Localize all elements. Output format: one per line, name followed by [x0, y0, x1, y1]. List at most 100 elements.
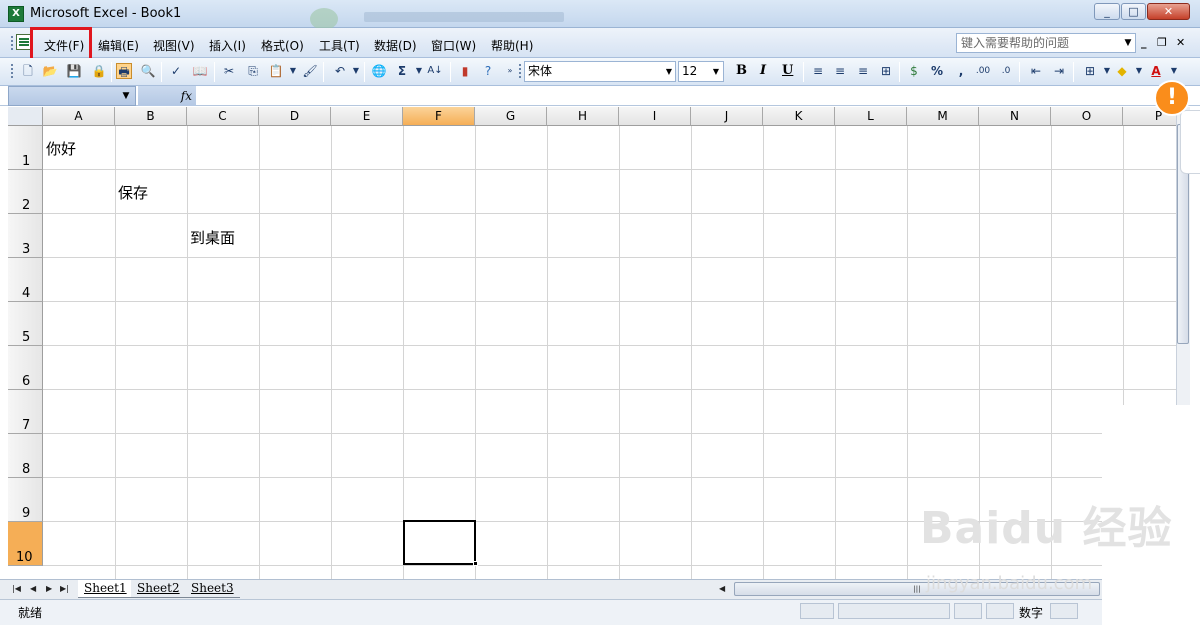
align-right-icon[interactable]: ≡: [855, 63, 871, 79]
excel-app-icon[interactable]: X: [8, 6, 24, 22]
menu-insert[interactable]: 插入(I): [209, 37, 246, 54]
next-sheet-icon[interactable]: ▶: [46, 584, 52, 593]
row-header-10[interactable]: 10: [8, 522, 43, 566]
menu-help[interactable]: 帮助(H): [491, 37, 533, 54]
menu-edit[interactable]: 编辑(E): [98, 37, 139, 54]
paste-icon[interactable]: 📋: [268, 63, 284, 79]
column-header-b[interactable]: B: [115, 107, 187, 126]
percent-button[interactable]: %: [929, 63, 945, 79]
column-header-e[interactable]: E: [331, 107, 403, 126]
cell-c3[interactable]: 到桌面: [190, 227, 235, 248]
bold-button[interactable]: B: [736, 63, 747, 78]
row-header-5[interactable]: 5: [8, 302, 43, 346]
sheet-tab-sheet1[interactable]: Sheet1: [78, 580, 133, 598]
row-header-3[interactable]: 3: [8, 214, 43, 258]
align-left-icon[interactable]: ≡: [810, 63, 826, 79]
cut-icon[interactable]: ✂: [221, 63, 237, 79]
copy-icon[interactable]: ⎘: [245, 63, 261, 79]
menu-window[interactable]: 窗口(W): [431, 37, 476, 54]
spelling-icon[interactable]: ✓: [168, 63, 184, 79]
formula-input[interactable]: [200, 86, 1190, 106]
font-name-dropdown-icon[interactable]: ▼: [663, 61, 675, 82]
undo-icon[interactable]: ↶: [332, 63, 348, 79]
align-center-icon[interactable]: ≡: [832, 63, 848, 79]
cell-a1[interactable]: 你好: [46, 138, 76, 159]
column-header-g[interactable]: G: [475, 107, 547, 126]
row-header-1[interactable]: 1: [8, 126, 43, 170]
research-icon[interactable]: 📖: [192, 63, 208, 79]
borders-icon[interactable]: ⊞: [1082, 63, 1098, 79]
borders-dropdown-icon[interactable]: ▼: [1099, 63, 1115, 79]
menu-view[interactable]: 视图(V): [153, 37, 195, 54]
column-header-n[interactable]: N: [979, 107, 1051, 126]
insert-function-button[interactable]: fx: [138, 86, 196, 106]
row-header-8[interactable]: 8: [8, 434, 43, 478]
autosum-icon[interactable]: Σ: [394, 63, 410, 79]
column-header-a[interactable]: A: [43, 107, 115, 126]
fill-handle[interactable]: [473, 561, 478, 566]
help-icon[interactable]: ?: [480, 63, 496, 79]
previous-sheet-icon[interactable]: ◀: [30, 584, 36, 593]
font-size-dropdown-icon[interactable]: ▼: [710, 61, 722, 82]
column-header-h[interactable]: H: [547, 107, 619, 126]
toolbar-options-icon[interactable]: »: [502, 63, 518, 79]
help-question-input[interactable]: 键入需要帮助的问题: [956, 33, 1136, 53]
column-header-j[interactable]: J: [691, 107, 763, 126]
paste-dropdown-icon[interactable]: ▼: [285, 63, 301, 79]
name-box-dropdown-icon[interactable]: ▼: [119, 86, 133, 106]
alert-icon[interactable]: !: [1154, 80, 1190, 116]
help-dropdown-arrow-icon[interactable]: ▼: [1121, 33, 1135, 53]
row-header-9[interactable]: 9: [8, 478, 43, 522]
cell-b2[interactable]: 保存: [118, 182, 148, 203]
chart-wizard-icon[interactable]: ▮: [457, 63, 473, 79]
menu-grip[interactable]: [11, 36, 14, 50]
merge-center-icon[interactable]: ⊞: [878, 63, 894, 79]
permission-icon[interactable]: 🔒: [91, 63, 107, 79]
toolbar-grip[interactable]: [11, 64, 14, 78]
format-painter-icon[interactable]: 🖌: [302, 63, 318, 79]
menu-format[interactable]: 格式(O): [261, 37, 304, 54]
column-header-c[interactable]: C: [187, 107, 259, 126]
fill-color-icon[interactable]: ◆: [1114, 63, 1130, 79]
italic-button[interactable]: I: [760, 63, 766, 78]
increase-decimal-icon[interactable]: .00: [975, 63, 991, 79]
underline-button[interactable]: U: [782, 63, 793, 78]
print-icon[interactable]: 🖶: [116, 63, 132, 79]
font-name-combobox[interactable]: 宋体: [524, 61, 676, 82]
font-color-icon[interactable]: A: [1148, 63, 1164, 79]
column-header-m[interactable]: M: [907, 107, 979, 126]
row-header-7[interactable]: 7: [8, 390, 43, 434]
minimize-button[interactable]: _: [1094, 3, 1120, 20]
decrease-decimal-icon[interactable]: .0: [998, 63, 1014, 79]
column-header-i[interactable]: I: [619, 107, 691, 126]
close-button[interactable]: ✕: [1147, 3, 1190, 20]
currency-icon[interactable]: $: [906, 63, 922, 79]
first-sheet-icon[interactable]: |◀: [12, 584, 21, 593]
save-icon[interactable]: 💾: [66, 63, 82, 79]
select-all-button[interactable]: [8, 107, 43, 126]
active-cell-f10[interactable]: [403, 520, 476, 565]
scroll-left-icon[interactable]: ◀: [719, 584, 725, 593]
column-header-o[interactable]: O: [1051, 107, 1123, 126]
row-header-6[interactable]: 6: [8, 346, 43, 390]
side-popup-tab[interactable]: [1180, 110, 1200, 174]
comma-button[interactable]: ,: [953, 63, 969, 79]
decrease-indent-icon[interactable]: ⇤: [1028, 63, 1044, 79]
column-header-k[interactable]: K: [763, 107, 835, 126]
menu-data[interactable]: 数据(D): [374, 37, 417, 54]
row-header-2[interactable]: 2: [8, 170, 43, 214]
menu-tools[interactable]: 工具(T): [319, 37, 360, 54]
row-header-4[interactable]: 4: [8, 258, 43, 302]
last-sheet-icon[interactable]: ▶|: [60, 584, 69, 593]
font-color-dropdown-icon[interactable]: ▼: [1166, 63, 1182, 79]
workbook-minimize-button[interactable]: _: [1141, 36, 1147, 49]
workbook-restore-button[interactable]: ❐: [1157, 36, 1167, 49]
fill-color-dropdown-icon[interactable]: ▼: [1131, 63, 1147, 79]
print-preview-icon[interactable]: 🔍: [140, 63, 156, 79]
name-box[interactable]: [8, 86, 136, 106]
increase-indent-icon[interactable]: ⇥: [1051, 63, 1067, 79]
open-folder-icon[interactable]: 📂: [42, 63, 58, 79]
maximize-button[interactable]: □: [1121, 3, 1146, 20]
undo-dropdown-icon[interactable]: ▼: [348, 63, 364, 79]
sort-ascending-icon[interactable]: A↓: [427, 63, 443, 79]
